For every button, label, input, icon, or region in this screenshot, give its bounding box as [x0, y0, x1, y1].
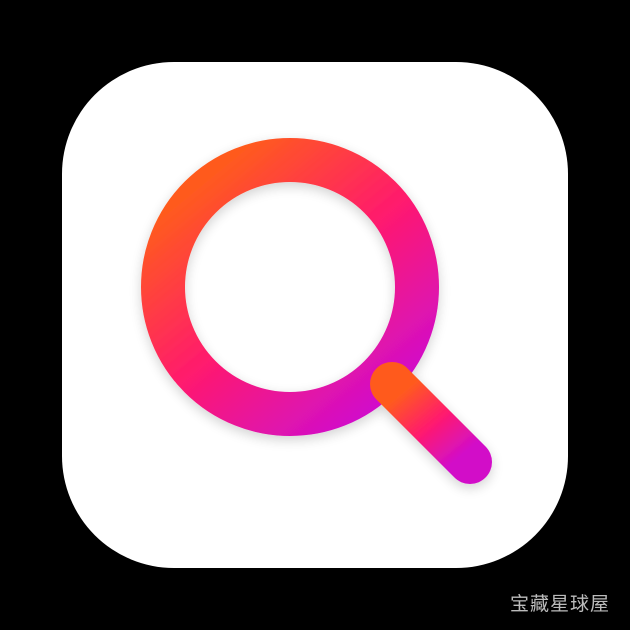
magnifier-handle: [370, 362, 492, 484]
search-icon: [141, 138, 492, 484]
search-app-icon[interactable]: [62, 62, 568, 568]
watermark-text: 宝藏星球屋: [509, 593, 610, 615]
screen: 宝藏星球屋: [0, 0, 630, 630]
